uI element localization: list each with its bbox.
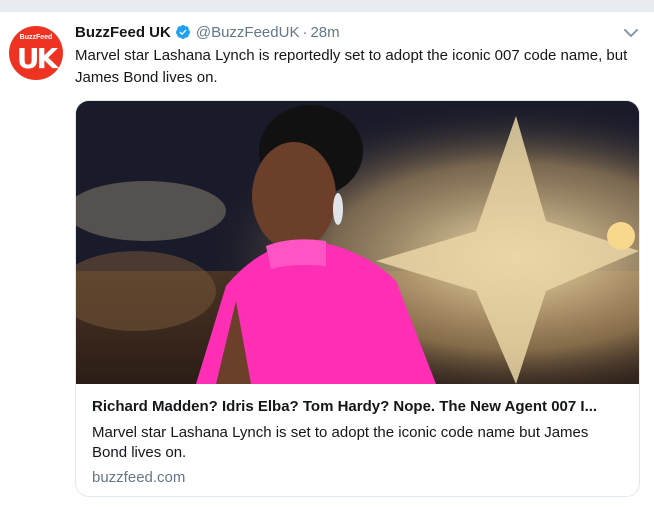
avatar-brand: BuzzFeed (19, 34, 53, 41)
card-body: Richard Madden? Idris Elba? Tom Hardy? N… (92, 397, 627, 488)
avatar-letters: UK (16, 42, 58, 75)
top-divider (0, 0, 654, 12)
separator-dot: · (302, 23, 308, 41)
card-domain[interactable]: buzzfeed.com (92, 468, 627, 488)
tweet-header: BuzzFeed UK @BuzzFeedUK · 28m (75, 22, 340, 42)
card-title[interactable]: Richard Madden? Idris Elba? Tom Hardy? N… (92, 397, 627, 417)
author-name[interactable]: BuzzFeed UK (75, 24, 171, 41)
card-description: Marvel star Lashana Lynch is set to adop… (92, 424, 589, 461)
tweet[interactable]: BuzzFeed UK BuzzFeed UK @BuzzFeedUK · 28… (0, 12, 654, 515)
link-card[interactable]: Richard Madden? Idris Elba? Tom Hardy? N… (75, 100, 640, 497)
verified-badge-icon (175, 24, 191, 40)
card-image[interactable] (76, 101, 639, 384)
timestamp[interactable]: 28m (310, 24, 339, 41)
chevron-down-icon[interactable] (622, 25, 640, 41)
tweet-text: Marvel star Lashana Lynch is reportedly … (75, 47, 628, 86)
avatar[interactable]: BuzzFeed UK (9, 26, 63, 80)
author-handle[interactable]: @BuzzFeedUK (196, 24, 300, 41)
